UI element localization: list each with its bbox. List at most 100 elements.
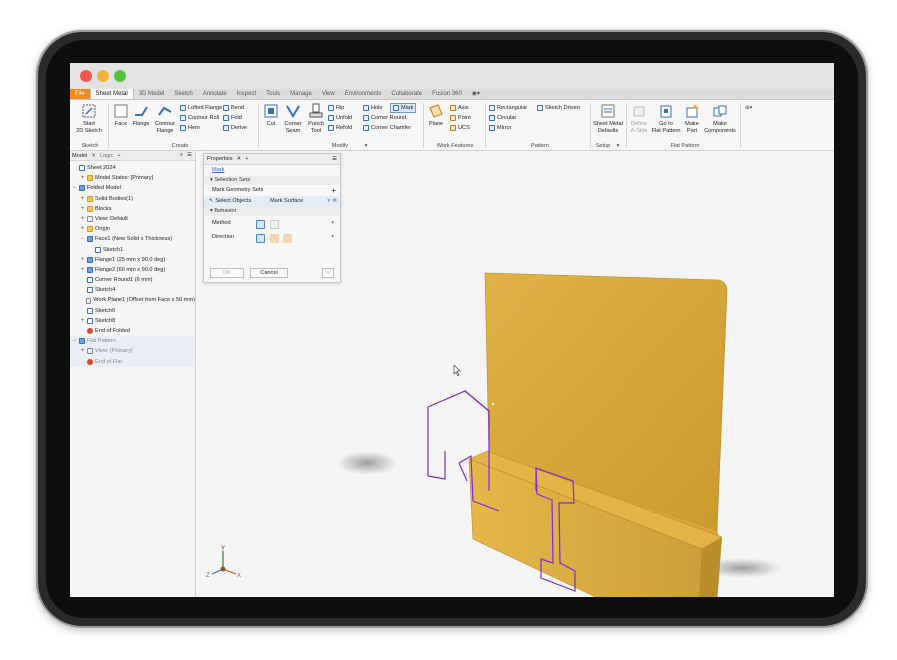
add-tab-icon[interactable]: + <box>245 156 248 162</box>
tree-node[interactable]: Corner Round1 (6 mm) <box>70 275 195 285</box>
unfold-button[interactable]: Unfold <box>328 114 352 122</box>
method-cut-icon[interactable] <box>269 220 279 230</box>
expand-toggle-icon[interactable]: + <box>80 255 85 265</box>
ok-button[interactable]: OK <box>210 268 244 278</box>
derive-button[interactable]: Derive <box>223 124 247 132</box>
tree-node[interactable]: + Model States: [Primary] <box>70 173 195 183</box>
tree-node[interactable]: Sketch4 <box>70 285 195 295</box>
tree-node[interactable]: + Origin <box>70 224 195 234</box>
tab-inspect[interactable]: Inspect <box>232 89 261 99</box>
close-icon[interactable]: ✕ <box>237 156 242 162</box>
expand-toggle-icon[interactable]: + <box>80 173 85 183</box>
expand-toggle-icon[interactable]: + <box>80 204 85 214</box>
add-tab-icon[interactable]: + <box>117 153 120 159</box>
make-components-button[interactable]: Make Components <box>703 103 737 134</box>
direction-both-icon[interactable] <box>283 234 293 244</box>
chevron-down-icon[interactable]: ▾ <box>331 230 334 244</box>
hole-button[interactable]: Hole <box>363 104 383 112</box>
cancel-button[interactable]: Cancel <box>250 268 288 278</box>
refold-button[interactable]: Refold <box>328 124 352 132</box>
tab-environments[interactable]: Environments <box>340 89 387 99</box>
plane-button[interactable]: Plane <box>426 103 446 128</box>
method-surface-icon[interactable] <box>256 220 265 230</box>
search-icon[interactable]: ⌕ <box>180 152 183 159</box>
section-behavior[interactable]: ▾ Behavior <box>204 207 340 216</box>
tree-node[interactable]: Sketch6 <box>70 306 195 316</box>
sketch-driven-pattern-button[interactable]: Sketch Driven <box>537 104 580 112</box>
direction-default-icon[interactable] <box>256 234 265 244</box>
chevron-down-icon[interactable]: ▾ <box>331 216 334 230</box>
tree-node[interactable]: End of Flat <box>70 356 195 367</box>
expand-toggle-icon[interactable]: + <box>80 346 85 356</box>
direction-flip-icon[interactable] <box>269 234 279 244</box>
tree-node[interactable]: + Flange2 (60 mm x 90.0 deg) <box>70 265 195 275</box>
tab-fusion-360[interactable]: Fusion 360 <box>427 89 467 99</box>
minimize-window-button[interactable] <box>97 70 109 82</box>
expand-toggle-icon[interactable]: + <box>80 194 85 204</box>
expand-toggle-icon[interactable]: + <box>80 265 85 275</box>
lofted-flange-button[interactable]: Lofted Flange <box>180 104 222 112</box>
ribbon-options-dropdown-icon[interactable]: ◉▾ <box>467 89 485 99</box>
tab-file[interactable]: File <box>70 89 90 99</box>
tree-node[interactable]: − Face1 (New Solid x Thickness) <box>70 234 195 244</box>
section-selection-sets[interactable]: ▾ Selection Sets <box>204 176 340 185</box>
ucs-button[interactable]: UCS <box>450 124 470 132</box>
tree-node[interactable]: + View: [Primary] <box>70 346 195 357</box>
punch-tool-button[interactable]: Punch Tool <box>306 103 326 134</box>
expand-toggle-icon[interactable]: + <box>80 214 85 224</box>
tree-node[interactable]: Sketch1 <box>70 245 195 255</box>
mirror-button[interactable]: Mirror <box>489 124 512 132</box>
tab-logic[interactable]: Logic <box>100 153 113 159</box>
fold-button[interactable]: Fold <box>223 114 242 122</box>
define-a-side-button[interactable]: Define A-Side <box>628 103 650 134</box>
close-icon[interactable]: ✕ <box>91 153 96 159</box>
face-button[interactable]: Face <box>112 103 130 128</box>
tab-annotate[interactable]: Annotate <box>198 89 232 99</box>
sheet-metal-defaults-button[interactable]: Sheet Metal Defaults <box>592 103 624 134</box>
corner-round-button[interactable]: Corner Round <box>363 114 406 122</box>
tree-node[interactable]: + View: Default <box>70 214 195 224</box>
tree-node[interactable]: + Solid Bodies(1) <box>70 194 195 204</box>
rectangular-pattern-button[interactable]: Rectangular <box>489 104 527 112</box>
tree-node[interactable]: + Flange1 (25 mm x 90.0 deg) <box>70 255 195 265</box>
more-options-icon[interactable]: ⊕▾ <box>745 104 753 112</box>
tree-node[interactable]: Sheet 2024 <box>70 163 195 173</box>
expand-toggle-icon[interactable]: + <box>80 316 85 326</box>
flange-button[interactable]: Flange <box>131 103 151 128</box>
add-icon[interactable]: + <box>322 268 334 278</box>
tab-manage[interactable]: Manage <box>285 89 317 99</box>
expand-toggle-icon[interactable]: − <box>72 336 77 346</box>
expand-toggle-icon[interactable]: − <box>72 183 77 193</box>
contour-flange-button[interactable]: Contour Flange <box>153 103 177 134</box>
make-part-button[interactable]: Make Part <box>682 103 702 134</box>
tab-sheet-metal[interactable]: Sheet Metal <box>89 89 134 99</box>
contour-roll-button[interactable]: Contour Roll <box>180 114 219 122</box>
tree-node[interactable]: − Folded Model <box>70 183 195 193</box>
rip-button[interactable]: Rip <box>328 104 344 112</box>
corner-chamfer-button[interactable]: Corner Chamfer <box>363 124 411 132</box>
tab-view[interactable]: View <box>317 89 340 99</box>
add-set-icon[interactable]: + <box>331 185 336 196</box>
close-window-button[interactable] <box>80 70 92 82</box>
expand-toggle-icon[interactable]: + <box>80 224 85 234</box>
expand-toggle-icon[interactable]: − <box>80 234 85 244</box>
settings-icon[interactable]: ✲ <box>332 196 337 207</box>
tree-node[interactable]: End of Folded <box>70 326 195 336</box>
axis-triad[interactable]: Y X Z <box>203 543 243 583</box>
feature-link[interactable]: Mark <box>204 165 340 176</box>
mark-button[interactable]: Mark <box>390 103 417 113</box>
tab-model[interactable]: Model <box>72 153 87 159</box>
tree-node[interactable]: + Blocks <box>70 204 195 214</box>
select-objects-row[interactable]: ↖ Select Objects Mark Surface ▾ ✲ <box>204 196 340 207</box>
tab-tools[interactable]: Tools <box>261 89 285 99</box>
start-2d-sketch-button[interactable]: Start 2D Sketch <box>74 103 104 134</box>
tab-3d-model[interactable]: 3D Model <box>134 89 170 99</box>
corner-seam-button[interactable]: Corner Seam <box>282 103 304 134</box>
menu-icon[interactable]: ☰ <box>332 156 340 162</box>
cut-button[interactable]: Cut <box>262 103 280 128</box>
setup-dropdown-icon[interactable]: ▾ <box>613 143 623 149</box>
axis-button[interactable]: Axis <box>450 104 469 112</box>
tree-node[interactable]: + Sketch8 <box>70 316 195 326</box>
tree-node[interactable]: Work Plane1 (Offset from Face x 50 mm) <box>70 295 195 305</box>
go-to-flat-pattern-button[interactable]: Go to Flat Pattern <box>651 103 681 134</box>
